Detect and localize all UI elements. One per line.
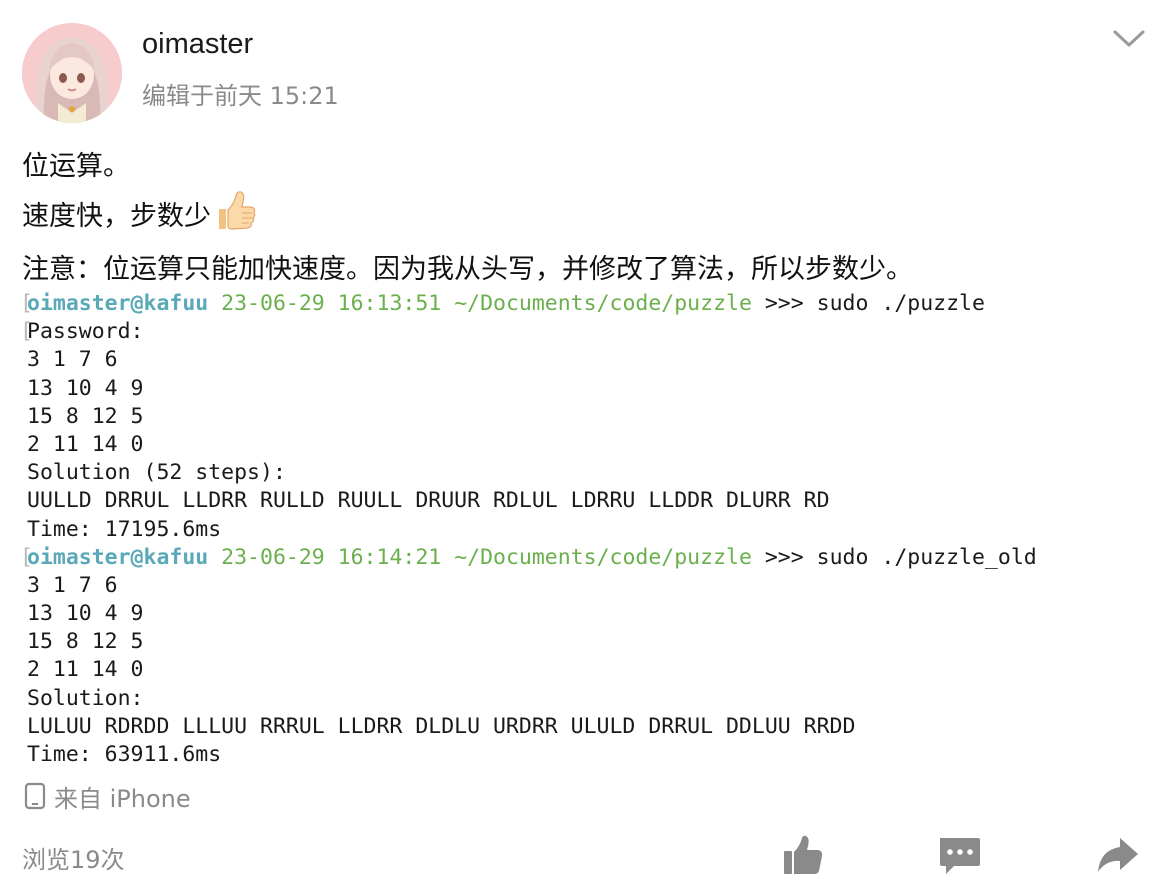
terminal-output-line: 2 11 14 0 xyxy=(27,431,144,457)
terminal-output-line: Solution (52 steps): xyxy=(27,460,286,486)
terminal-output-line: 13 10 4 9 xyxy=(27,375,144,401)
output-text: Password: xyxy=(27,319,144,345)
terminal-screenshot: [oimaster@kafuu 23-06-29 16:13:51 ~/Docu… xyxy=(20,290,1142,768)
post-body: 位运算。 速度快，步数少 注意：位运算只能加快速度。因为我从头写，并修改了算法，… xyxy=(22,144,1132,292)
edited-time: 编辑于前天 15:21 xyxy=(142,82,339,110)
post-line: 速度快，步数少 xyxy=(22,201,211,232)
like-icon[interactable] xyxy=(782,834,826,878)
source-text: 来自 iPhone xyxy=(54,784,191,813)
author-name[interactable]: oimaster xyxy=(142,28,253,61)
terminal-output-line: UULLD DRRUL LLDRR RULLD RUULL DRUUR RDLU… xyxy=(27,488,830,514)
prompt-symbol: >>> xyxy=(764,291,804,316)
terminal-output-line: LULUU RDRDD LLLUU RRRUL LLDRR DLDLU URDR… xyxy=(27,713,856,739)
thumbs-up-icon xyxy=(213,189,257,247)
terminal-output-line: 15 8 12 5 xyxy=(27,403,144,429)
post-header: oimaster 编辑于前天 15:21 xyxy=(22,20,1145,124)
terminal-output-line: 3 1 7 6 xyxy=(27,347,118,373)
avatar-image xyxy=(22,23,122,123)
terminal-output-line: Solution: xyxy=(27,685,144,711)
terminal-output-line: [Password: xyxy=(20,318,1142,346)
terminal-prompt-line: [oimaster@kafuu 23-06-29 16:13:51 ~/Docu… xyxy=(20,290,1142,318)
prompt-path: ~/Documents/code/puzzle xyxy=(454,291,752,316)
terminal-output-line: 3 1 7 6 xyxy=(27,572,118,598)
comment-icon[interactable] xyxy=(938,834,982,878)
avatar[interactable] xyxy=(22,23,122,123)
chevron-down-icon[interactable] xyxy=(1112,28,1146,50)
post-line: 位运算。 xyxy=(22,151,130,182)
post-source: 来自 iPhone xyxy=(24,778,191,814)
prompt-path: ~/Documents/code/puzzle xyxy=(454,544,752,570)
post-line: 注意：位运算只能加快速度。因为我从头写，并修改了算法，所以步数少。 xyxy=(22,254,913,285)
terminal-output-line: 15 8 12 5 xyxy=(27,629,144,655)
prompt-symbol: >>> xyxy=(764,544,804,570)
view-count: 浏览19次 xyxy=(22,846,125,874)
terminal-output-line: 2 11 14 0 xyxy=(27,657,144,683)
cursor-bracket: [ xyxy=(20,291,33,316)
prompt-command: sudo ./puzzle_old xyxy=(816,544,1037,570)
cursor-bracket: [ xyxy=(20,319,33,345)
share-icon[interactable] xyxy=(1096,834,1140,878)
terminal-prompt-line: [oimaster@kafuu 23-06-29 16:14:21 ~/Docu… xyxy=(20,544,1142,572)
prompt-timestamp: 23-06-29 16:14:21 xyxy=(221,544,442,570)
terminal-output-line: Time: 63911.6ms xyxy=(27,742,222,767)
prompt-user: oimaster@kafuu xyxy=(27,291,209,316)
terminal-output-line: Time: 17195.6ms xyxy=(27,516,222,542)
prompt-user: oimaster@kafuu xyxy=(27,544,209,570)
cursor-bracket: [ xyxy=(20,544,33,570)
terminal-output-line: 13 10 4 9 xyxy=(27,601,144,627)
prompt-timestamp: 23-06-29 16:13:51 xyxy=(221,291,442,316)
prompt-command: sudo ./puzzle xyxy=(816,291,985,316)
post-line-with-emoji: 速度快，步数少 xyxy=(22,189,1132,247)
phone-icon xyxy=(24,782,46,810)
